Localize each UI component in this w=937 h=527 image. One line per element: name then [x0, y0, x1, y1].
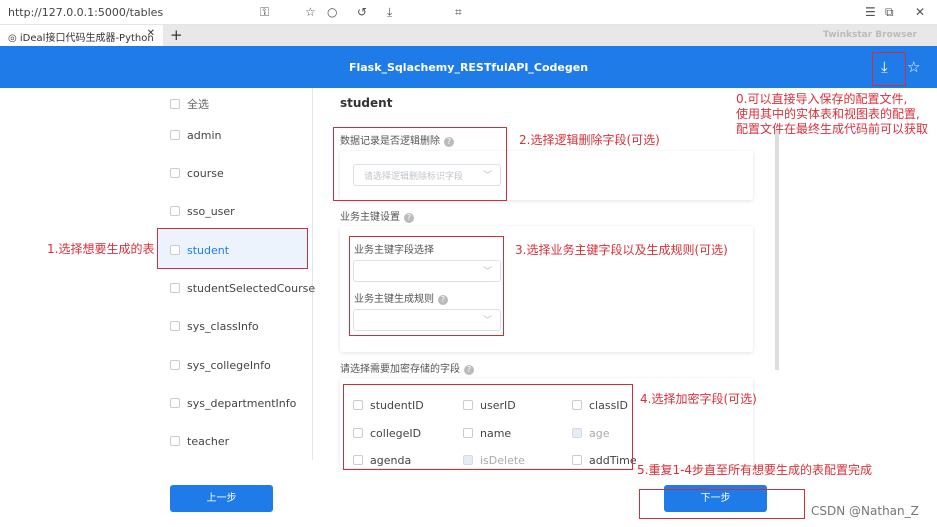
scrollbar[interactable] [775, 130, 779, 370]
annotation-box [639, 489, 805, 519]
table-title: student [340, 96, 393, 110]
help-icon: ? [464, 365, 474, 375]
refresh-icon[interactable]: ○ [327, 5, 337, 19]
annotation-box [343, 384, 633, 470]
tab-bar: ◎ iDeal接口代码生成器-Python ✕ + Twinkstar Brow… [0, 25, 937, 46]
star-icon[interactable]: ☆ [907, 58, 920, 76]
crop-icon[interactable]: ⌗ [455, 5, 462, 20]
new-tab-button[interactable]: + [170, 26, 183, 44]
table-item[interactable]: studentSelectedCourse [170, 282, 315, 298]
table-item[interactable]: sso_user [170, 205, 235, 221]
annotation-box [333, 127, 507, 201]
annotation-5: 5.重复1-4步直至所有想要生成的表配置完成 [637, 463, 873, 477]
browser-brand: Twinkstar Browser [823, 30, 917, 40]
table-item[interactable]: sys_classInfo [170, 320, 259, 336]
app-header: Flask_Sqlachemy_RESTfulAPI_Codegen ⤓ ☆ [0, 46, 937, 88]
download-icon[interactable]: ⤓ [387, 5, 392, 20]
key-icon[interactable]: ⚿ [260, 5, 269, 20]
app-title: Flask_Sqlachemy_RESTfulAPI_Codegen [348, 61, 589, 74]
divider [312, 88, 313, 460]
annotation-2: 2.选择逻辑删除字段(可选) [519, 133, 660, 147]
annotation-4: 4.选择加密字段(可选) [640, 392, 757, 406]
tab-close-icon[interactable]: ✕ [147, 28, 155, 39]
annotation-0: 0.可以直接导入保存的配置文件, 使用其中的实体表和视图表的配置, 配置文件在最终生… [736, 92, 929, 136]
browser-tab[interactable]: ◎ iDeal接口代码生成器-Python ✕ [0, 25, 163, 46]
tab-title: iDeal接口代码生成器-Python [19, 33, 154, 44]
table-item[interactable]: course [170, 167, 224, 183]
menu-icon[interactable]: ☰ [865, 5, 876, 19]
table-item[interactable]: sys_departmentInfo [170, 397, 296, 413]
annotation-box [349, 236, 504, 336]
table-item[interactable]: sys_collegeInfo [170, 359, 271, 375]
star-icon[interactable]: ☆ [305, 5, 316, 19]
help-icon: ? [404, 213, 414, 223]
address-bar: http://127.0.0.1:5000/tables ⚿ ☆ ○ ↺ ⤓ ⌗… [0, 0, 937, 25]
annotation-3: 3.选择业务主键字段以及生成规则(可选) [515, 243, 728, 257]
globe-icon: ◎ [8, 33, 20, 44]
select-all-checkbox[interactable]: 全选 [170, 96, 209, 112]
url-field[interactable]: http://127.0.0.1:5000/tables [8, 6, 163, 19]
prev-button[interactable]: 上一步 [170, 485, 273, 512]
annotation-1: 1.选择想要生成的表 [47, 242, 155, 256]
table-item[interactable]: admin [170, 129, 221, 145]
close-icon[interactable]: ✕ [915, 5, 925, 19]
table-item-selected[interactable]: student [170, 244, 229, 260]
restore-icon[interactable]: ⧉ [885, 5, 894, 20]
watermark: CSDN @Nathan_Z [811, 504, 919, 518]
business-key-label: 业务主键设置? [340, 208, 414, 223]
undo-icon[interactable]: ↺ [357, 5, 367, 19]
annotation-box [872, 52, 906, 86]
encrypt-label: 请选择需要加密存储的字段? [340, 360, 474, 375]
table-item[interactable]: teacher [170, 435, 229, 451]
